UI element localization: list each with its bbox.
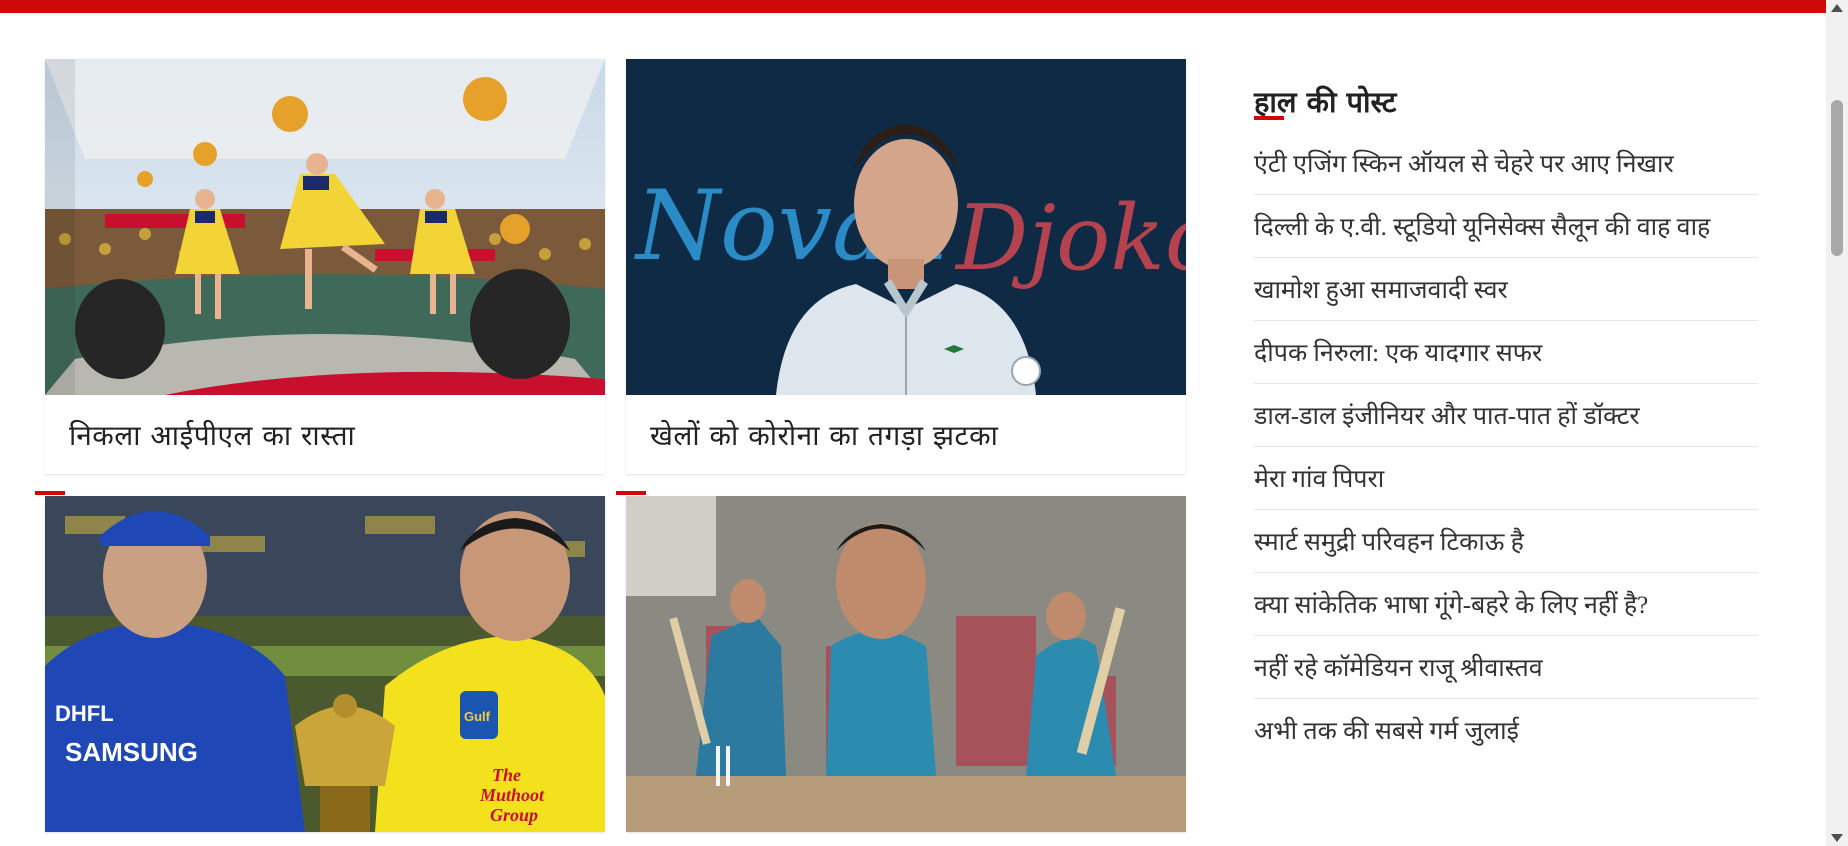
vertical-scrollbar[interactable]: [1826, 0, 1848, 846]
scroll-up-arrow-icon[interactable]: [1831, 4, 1843, 12]
recent-post-link[interactable]: मेरा गांव पिपरा: [1254, 447, 1758, 510]
scrollbar-thumb[interactable]: [1831, 100, 1843, 256]
djokovic-script-text: Djokovi: [954, 186, 1186, 291]
recent-post-link[interactable]: एंटी एजिंग स्किन ऑयल से चेहरे पर आए निखा…: [1254, 132, 1758, 195]
svg-text:DHFL: DHFL: [55, 701, 114, 726]
svg-text:Group: Group: [490, 805, 538, 825]
card-accent-line: [35, 491, 65, 495]
recent-post-link[interactable]: अभी तक की सबसे गर्म जुलाई: [1254, 699, 1758, 761]
recent-post-link[interactable]: स्मार्ट समुद्री परिवहन टिकाऊ है: [1254, 510, 1758, 573]
heading-underline: [1254, 116, 1284, 120]
recent-post-link[interactable]: क्या सांकेतिक भाषा गूंगे-बहरे के लिए नही…: [1254, 573, 1758, 636]
recent-post-link[interactable]: डाल-डाल इंजीनियर और पात-पात हों डॉक्टर: [1254, 384, 1758, 447]
article-card-ipl[interactable]: निकला आईपीएल का रास्ता: [45, 59, 605, 474]
ipl-cheerleaders-image[interactable]: [45, 59, 605, 395]
svg-text:The: The: [492, 765, 521, 785]
svg-text:SAMSUNG: SAMSUNG: [65, 737, 198, 767]
rohit-dhoni-trophy-image[interactable]: DHFL SAMSUNG Gulf The Muthoot Group: [45, 496, 605, 832]
card-accent-line: [616, 491, 646, 495]
recent-post-link[interactable]: नहीं रहे कॉमेडियन राजू श्रीवास्तव: [1254, 636, 1758, 699]
svg-text:Muthoot: Muthoot: [479, 785, 545, 805]
scroll-down-arrow-icon[interactable]: [1831, 834, 1843, 842]
article-card-kohli-mural[interactable]: [626, 496, 1186, 832]
novak-djokovic-image[interactable]: Novak Djokovi: [626, 59, 1186, 395]
virat-kohli-mural-image[interactable]: [626, 496, 1186, 832]
recent-post-link[interactable]: दीपक निरुला: एक यादगार सफर: [1254, 321, 1758, 384]
article-card-rohit-dhoni[interactable]: DHFL SAMSUNG Gulf The Muthoot Group: [45, 496, 605, 832]
article-title[interactable]: निकला आईपीएल का रास्ता: [45, 395, 605, 475]
article-title[interactable]: खेलों को कोरोना का तगड़ा झटका: [626, 395, 1186, 475]
recent-post-link[interactable]: खामोश हुआ समाजवादी स्वर: [1254, 258, 1758, 321]
top-accent-bar: [0, 0, 1826, 13]
svg-text:Gulf: Gulf: [464, 709, 491, 724]
recent-post-link[interactable]: दिल्ली के ए.वी. स्टूडियो यूनिसेक्स सैलून…: [1254, 195, 1758, 258]
recent-posts-list: एंटी एजिंग स्किन ऑयल से चेहरे पर आए निखा…: [1254, 132, 1758, 761]
article-card-corona-sports[interactable]: Novak Djokovi खेलों को कोरोना का तगड़ा झ…: [626, 59, 1186, 474]
